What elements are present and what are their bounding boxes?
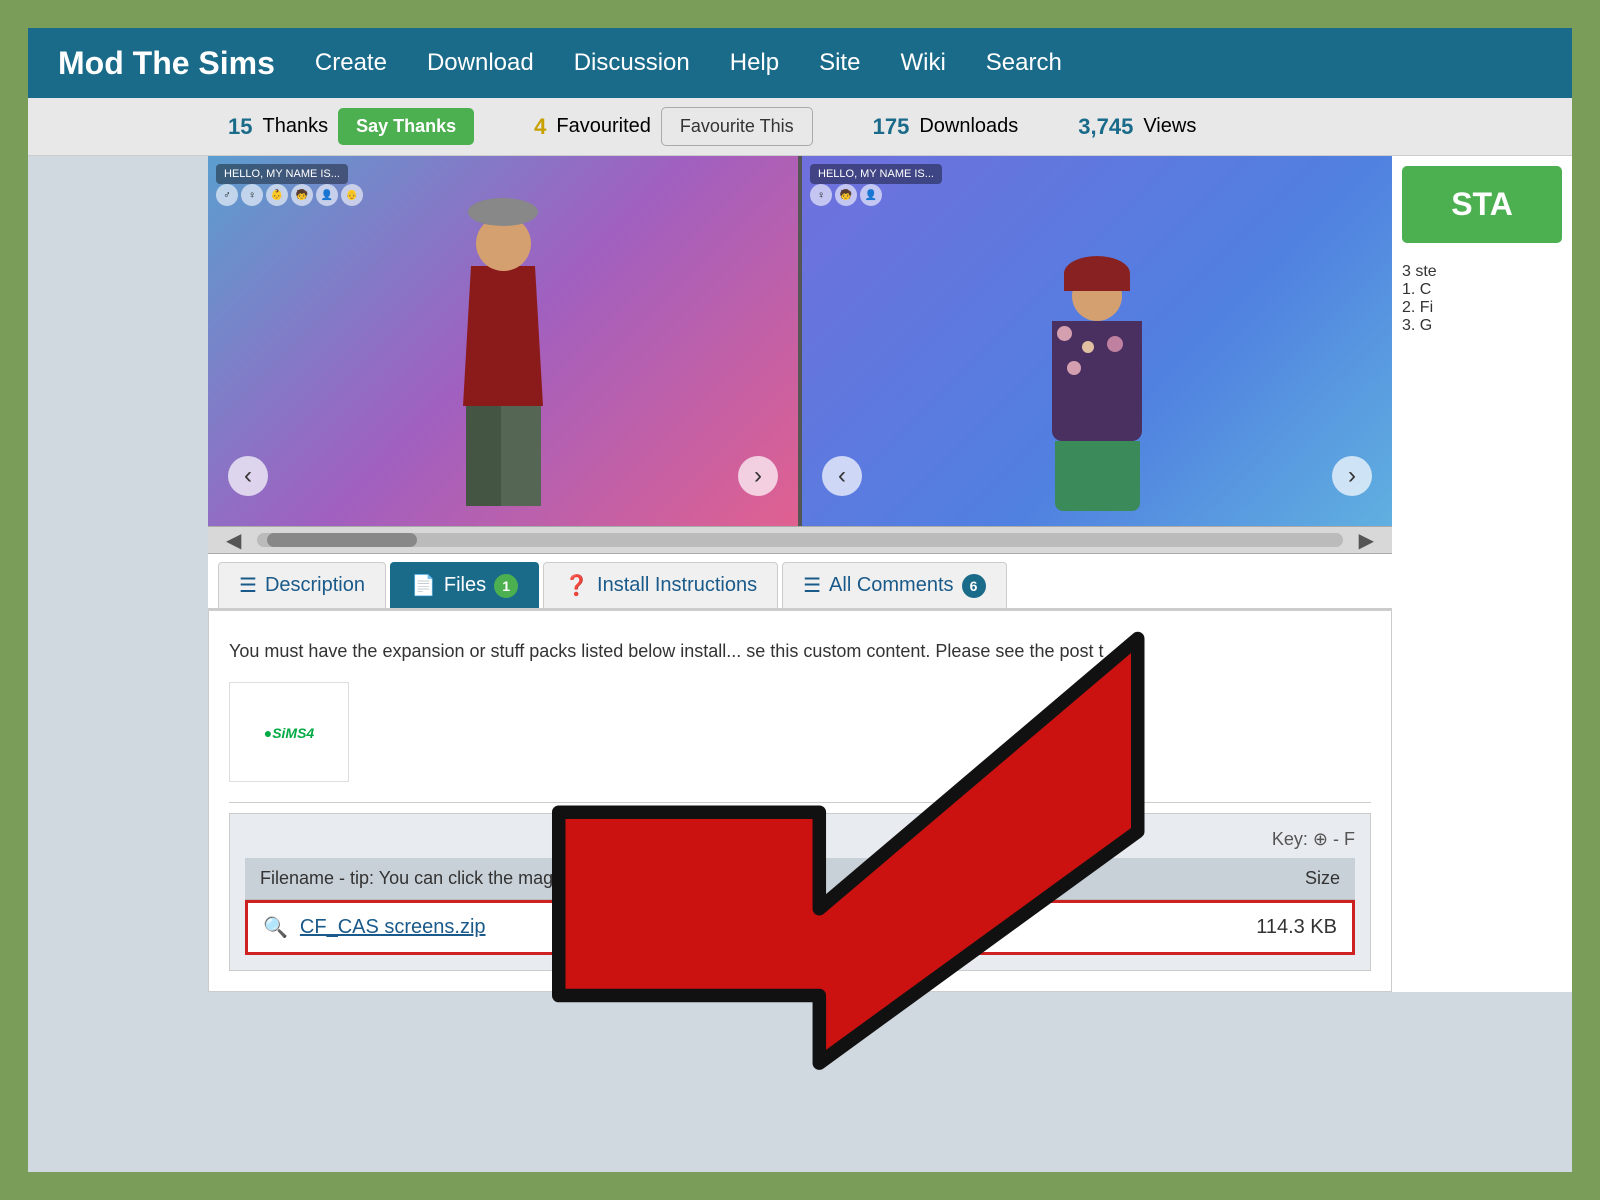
file-table-header: Filename - tip: You can click the magnif… (245, 858, 1355, 900)
favourited-stat: 4 Favourited Favourite This (534, 107, 812, 146)
scroll-bar-area: ◀ ▶ (208, 526, 1392, 554)
site-brand[interactable]: Mod The Sims (58, 45, 275, 82)
comments-icon: ☰ (803, 573, 821, 598)
screenshot-female: HELLO, MY NAME IS... ♀ 🧒 👤 (802, 156, 1392, 526)
nav-wiki[interactable]: Wiki (900, 49, 945, 77)
nav-discussion[interactable]: Discussion (574, 49, 690, 77)
right-sidebar: STA 3 ste 1. C 2. Fi 3. G (1392, 156, 1572, 992)
description-icon: ☰ (239, 573, 257, 598)
files-badge: 1 (494, 574, 518, 598)
cas-icon-f2: 🧒 (835, 184, 857, 206)
tab-comments-label: All Comments (829, 574, 953, 597)
downloads-label: Downloads (919, 115, 1018, 138)
downloads-stat: 175 Downloads (873, 114, 1019, 140)
views-count: 3,745 (1078, 114, 1133, 140)
content-area: You must have the expansion or stuff pac… (208, 610, 1392, 992)
cas-title-female: HELLO, MY NAME IS... (810, 164, 942, 184)
scroll-left-arrow[interactable]: ◀ (218, 528, 249, 553)
sims4-logo-box: ●SiMS4 (229, 682, 349, 782)
tab-files-label: Files (444, 574, 486, 597)
cas-icon-f1: ♀ (810, 184, 832, 206)
screenshots-container: HELLO, MY NAME IS... ♂ ♀ 👶 🧒 👤 👴 (208, 156, 1392, 526)
stats-bar: 15 Thanks Say Thanks 4 Favourited Favour… (28, 98, 1572, 156)
file-header-text: Filename - tip: You can click the magnif… (260, 868, 649, 888)
cas-title-male: HELLO, MY NAME IS... (216, 164, 348, 184)
file-row-highlighted: 🔍 CF_CAS screens.zip 114.3 KB (245, 900, 1355, 955)
downloads-count: 175 (873, 114, 910, 140)
tab-description-label: Description (265, 574, 365, 597)
comments-badge: 6 (962, 574, 986, 598)
screenshot-f-next-arrow[interactable]: › (1332, 456, 1372, 496)
thanks-stat: 15 Thanks Say Thanks (228, 108, 474, 145)
tab-install[interactable]: ❓ Install Instructions (543, 562, 778, 608)
cas-icon-5: 👤 (316, 184, 338, 206)
navbar: Mod The Sims Create Download Discussion … (28, 28, 1572, 98)
thanks-label: Thanks (262, 115, 328, 138)
file-link[interactable]: CF_CAS screens.zip (300, 916, 486, 939)
favourite-this-button[interactable]: Favourite This (661, 107, 813, 146)
tabs-row: ☰ Description 📄 Files 1 ❓ Install Instru… (208, 554, 1392, 610)
tab-comments[interactable]: ☰ All Comments 6 (782, 562, 1006, 608)
nav-create[interactable]: Create (315, 49, 387, 77)
content-notice: You must have the expansion or stuff pac… (229, 631, 1371, 682)
cas-icon-4: 🧒 (291, 184, 313, 206)
key-line: Key: ⊕ - F (245, 829, 1355, 850)
say-thanks-button[interactable]: Say Thanks (338, 108, 474, 145)
cas-icon-3: 👶 (266, 184, 288, 206)
outer-frame: Mod The Sims Create Download Discussion … (0, 0, 1600, 1200)
cas-icon-1: ♂ (216, 184, 238, 206)
scroll-right-arrow[interactable]: ▶ (1351, 528, 1382, 553)
thanks-count: 15 (228, 114, 252, 140)
favourited-count: 4 (534, 114, 546, 140)
favourited-label: Favourited (556, 115, 651, 138)
scroll-track[interactable] (257, 533, 1342, 547)
tab-description[interactable]: ☰ Description (218, 562, 386, 608)
screenshot-male: HELLO, MY NAME IS... ♂ ♀ 👶 🧒 👤 👴 (208, 156, 798, 526)
nav-site[interactable]: Site (819, 49, 860, 77)
inner-content: Mod The Sims Create Download Discussion … (28, 28, 1572, 1172)
cas-icons-male: ♂ ♀ 👶 🧒 👤 👴 (216, 184, 363, 206)
nav-help[interactable]: Help (730, 49, 779, 77)
magnify-icon: 🔍 (263, 915, 288, 940)
tab-files[interactable]: 📄 Files 1 (390, 562, 539, 608)
start-button[interactable]: STA (1402, 166, 1562, 243)
files-icon: 📄 (411, 573, 436, 598)
screenshot-next-arrow[interactable]: › (738, 456, 778, 496)
cas-icon-2: ♀ (241, 184, 263, 206)
file-size: 114.3 KB (1256, 916, 1337, 939)
views-stat: 3,745 Views (1078, 114, 1196, 140)
tab-install-label: Install Instructions (597, 574, 757, 597)
views-label: Views (1143, 115, 1196, 138)
nav-download[interactable]: Download (427, 49, 534, 77)
screenshot-f-prev-arrow[interactable]: ‹ (822, 456, 862, 496)
divider (229, 802, 1371, 803)
scroll-thumb (267, 533, 417, 547)
cas-icons-female: ♀ 🧒 👤 (810, 184, 882, 206)
cas-icon-6: 👴 (341, 184, 363, 206)
cas-icon-f3: 👤 (860, 184, 882, 206)
sims4-logo: ●SiMS4 (264, 722, 314, 743)
sidebar-steps: 3 ste 1. C 2. Fi 3. G (1392, 253, 1572, 345)
file-table-area: Key: ⊕ - F Filename - tip: You can click… (229, 813, 1371, 971)
screenshot-prev-arrow[interactable]: ‹ (228, 456, 268, 496)
install-icon: ❓ (564, 573, 589, 598)
nav-search[interactable]: Search (986, 49, 1062, 77)
size-label: Size (1305, 868, 1340, 889)
